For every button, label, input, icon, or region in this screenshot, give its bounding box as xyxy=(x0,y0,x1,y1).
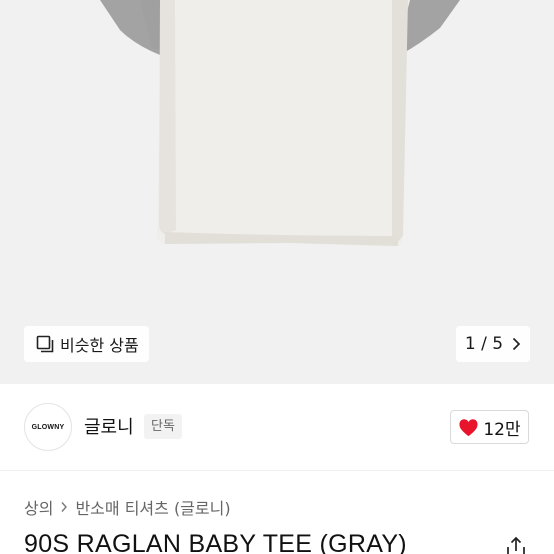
similar-products-button[interactable]: 비슷한 상품 xyxy=(24,326,149,362)
brand-logo-text: GLOWNY xyxy=(31,423,65,431)
product-title: 90S RAGLAN BABY TEE (GRAY) xyxy=(24,530,407,554)
product-image-gallery[interactable]: 비슷한 상품 1 / 5 xyxy=(0,0,554,384)
exclusive-badge: 단독 xyxy=(144,414,182,439)
similar-products-label: 비슷한 상품 xyxy=(60,336,139,355)
share-icon[interactable] xyxy=(505,536,527,554)
breadcrumb-item[interactable]: 상의 xyxy=(24,495,53,519)
chevron-right-icon xyxy=(512,337,521,351)
like-count: 12만 xyxy=(483,419,521,440)
brand-logo[interactable]: GLOWNY xyxy=(24,403,72,451)
heart-icon xyxy=(459,418,478,436)
breadcrumb: 상의 반소매 티셔츠 (글로니) xyxy=(24,495,231,519)
chevron-right-icon xyxy=(61,502,68,512)
breadcrumb-item[interactable]: 반소매 티셔츠 (글로니) xyxy=(75,495,230,519)
image-pager[interactable]: 1 / 5 xyxy=(456,326,530,362)
like-button[interactable]: 12만 xyxy=(450,410,529,444)
pager-count: 1 / 5 xyxy=(464,334,504,354)
brand-row: GLOWNY 글로니 단독 12만 xyxy=(0,384,554,470)
similar-products-icon xyxy=(36,335,54,353)
section-divider xyxy=(0,470,554,471)
brand-name[interactable]: 글로니 xyxy=(84,413,134,439)
